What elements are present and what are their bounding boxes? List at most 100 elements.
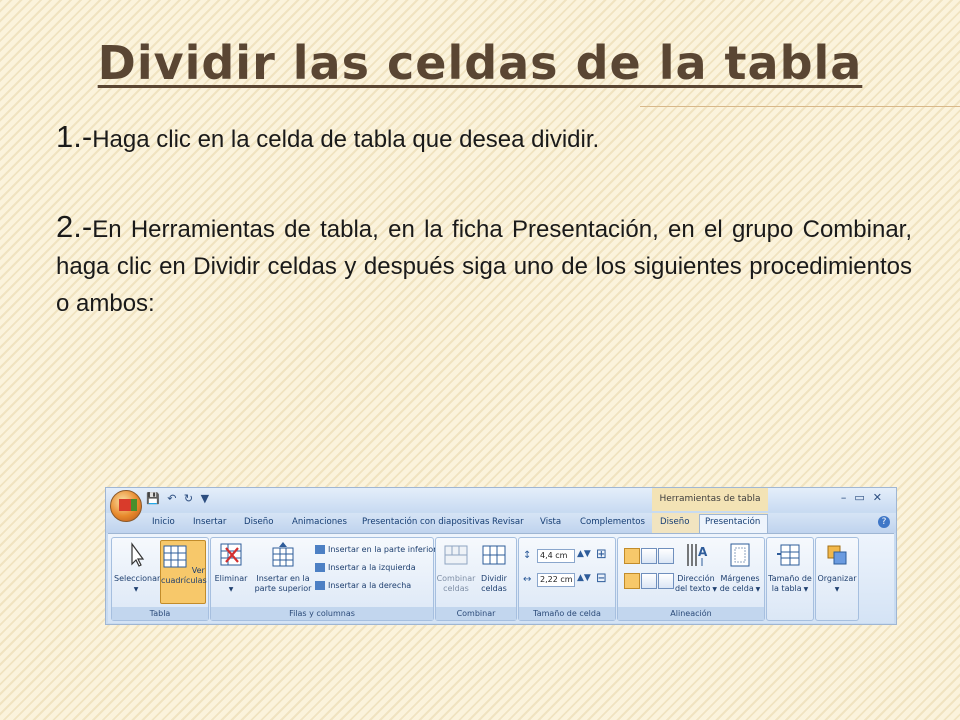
step-2: 2.-En Herramientas de tabla, en la ficha… bbox=[56, 208, 912, 322]
office-button[interactable] bbox=[110, 490, 142, 522]
insertar-inferior-button[interactable]: Insertar en la parte inferior bbox=[315, 544, 436, 556]
table-tools-context-label: Herramientas de tabla bbox=[652, 488, 768, 511]
ribbon-body: Seleccionar ▼ Ver cuadrículas Tabla Elimin… bbox=[108, 533, 894, 623]
svg-text:A: A bbox=[698, 545, 708, 559]
eliminar-label: Eliminar bbox=[214, 574, 248, 583]
organizar-button[interactable]: Organizar ▼ bbox=[816, 542, 858, 595]
grid-icon bbox=[163, 545, 187, 568]
dividir-celdas-button[interactable]: Dividir celdas bbox=[474, 542, 514, 594]
group-organizar: Organizar ▼ bbox=[815, 537, 859, 621]
group-label-alineacion: Alineación bbox=[618, 607, 764, 620]
margenes-label-2: de celda bbox=[719, 584, 754, 593]
tab-presentacion[interactable]: Presentación bbox=[705, 517, 760, 527]
dividir-label-1: Dividir bbox=[481, 574, 507, 583]
tab-revisar[interactable]: Revisar bbox=[492, 517, 524, 527]
direccion-label-2: del texto bbox=[675, 584, 711, 593]
group-alineacion: A Dirección del texto ▼ Márgenes de celda … bbox=[617, 537, 765, 621]
margenes-celda-button[interactable]: Márgenes de celda ▼ bbox=[718, 542, 762, 595]
group-tamano-celda: ↕ 4,4 cm ▲▼ ⊞ ↔ 2,22 cm ▲▼ ⊟ Tamaño de c… bbox=[518, 537, 616, 621]
group-tamano-tabla: Tamaño de la tabla ▼ bbox=[766, 537, 814, 621]
group-combinar: Combinar celdas Dividir celdas Combinar bbox=[435, 537, 517, 621]
delete-table-icon bbox=[220, 543, 242, 566]
dividir-label-2: celdas bbox=[481, 584, 507, 593]
direccion-label-1: Dirección bbox=[677, 574, 715, 583]
align-right-icon[interactable] bbox=[658, 548, 674, 564]
group-tabla: Seleccionar ▼ Ver cuadrículas Tabla bbox=[111, 537, 209, 621]
group-filas-columnas: Eliminar ▼ Insertar en la parte superior I… bbox=[210, 537, 436, 621]
split-cells-icon bbox=[482, 545, 506, 565]
table-size-icon bbox=[777, 544, 800, 566]
distribute-columns-icon[interactable]: ⊟ bbox=[596, 571, 607, 586]
insertar-derecha-button[interactable]: Insertar a la derecha bbox=[315, 580, 411, 592]
group-label-filas-columnas: Filas y columnas bbox=[211, 607, 433, 620]
insertar-izquierda-label: Insertar a la izquierda bbox=[328, 563, 416, 572]
insert-above-icon bbox=[272, 542, 294, 567]
cell-width-field[interactable]: 2,22 cm bbox=[537, 573, 575, 587]
step-1-text: Haga clic en la celda de tabla que desea… bbox=[92, 126, 600, 153]
insertar-derecha-label: Insertar a la derecha bbox=[328, 581, 412, 590]
align-bottom-icon[interactable] bbox=[658, 573, 674, 589]
align-middle-icon[interactable] bbox=[641, 573, 657, 589]
insertar-sup-label-2: parte superior bbox=[254, 584, 312, 593]
cell-margins-icon bbox=[730, 543, 750, 567]
ribbon-screenshot: Herramientas de tabla 💾 ↶ ↻ ▼ –▭✕ Inicio… bbox=[105, 487, 897, 625]
group-label-combinar: Combinar bbox=[436, 607, 516, 620]
insertar-izquierda-button[interactable]: Insertar a la izquierda bbox=[315, 562, 416, 574]
tamano-tabla-label-1: Tamaño de bbox=[768, 574, 812, 583]
tab-insertar[interactable]: Insertar bbox=[193, 517, 226, 527]
step-1-number: 1.- bbox=[56, 119, 93, 154]
eliminar-button[interactable]: Eliminar ▼ bbox=[211, 542, 251, 595]
align-left-icon[interactable] bbox=[624, 548, 640, 564]
tamano-tabla-label-2: la tabla bbox=[771, 584, 802, 593]
group-label-tabla: Tabla bbox=[112, 607, 208, 620]
text-direction-icon: A bbox=[687, 544, 708, 566]
step-2-number: 2.- bbox=[56, 209, 93, 244]
direccion-texto-button[interactable]: A Dirección del texto ▼ bbox=[674, 542, 718, 595]
align-center-icon[interactable] bbox=[641, 548, 657, 564]
seleccionar-button[interactable]: Seleccionar ▼ bbox=[114, 542, 161, 595]
height-spinner-icon[interactable]: ▲▼ bbox=[577, 549, 591, 559]
help-icon[interactable]: ? bbox=[878, 516, 890, 528]
ribbon-tabs: Inicio Insertar Diseño Animaciones Prese… bbox=[106, 513, 896, 535]
insertar-superior-button[interactable]: Insertar en la parte superior bbox=[253, 542, 313, 594]
align-top-icon[interactable] bbox=[624, 573, 640, 589]
tab-diseno[interactable]: Diseño bbox=[244, 517, 273, 527]
tab-complementos[interactable]: Complementos bbox=[580, 517, 645, 527]
combinar-celdas-button[interactable]: Combinar celdas bbox=[436, 542, 476, 594]
merge-cells-icon bbox=[444, 545, 468, 565]
quick-access-toolbar[interactable]: 💾 ↶ ↻ ▼ bbox=[146, 492, 211, 505]
combinar-label-2: celdas bbox=[443, 584, 469, 593]
margenes-label-1: Márgenes bbox=[720, 574, 760, 583]
ver-cuadriculas-button[interactable]: Ver cuadrículas bbox=[160, 540, 207, 604]
ver-label: Ver bbox=[191, 566, 205, 575]
tab-presentacion-diapositivas[interactable]: Presentación con diapositivas bbox=[362, 517, 490, 527]
organizar-label: Organizar bbox=[817, 574, 857, 583]
insert-below-icon bbox=[315, 545, 325, 554]
office-logo-icon bbox=[119, 499, 131, 511]
insert-left-icon bbox=[315, 563, 325, 572]
step-2-text: En Herramientas de tabla, en la ficha Pr… bbox=[56, 216, 912, 317]
cursor-icon bbox=[131, 542, 145, 567]
group-label-tamano-celda: Tamaño de celda bbox=[519, 607, 615, 620]
insertar-sup-label-1: Insertar en la bbox=[256, 574, 310, 583]
step-1: 1.-Haga clic en la celda de tabla que de… bbox=[56, 118, 912, 158]
width-spinner-icon[interactable]: ▲▼ bbox=[577, 573, 591, 583]
tab-animaciones[interactable]: Animaciones bbox=[292, 517, 347, 527]
tab-diseno-tabla[interactable]: Diseño bbox=[660, 517, 689, 527]
arrange-icon bbox=[827, 545, 847, 565]
slide-title: Dividir las celdas de la tabla bbox=[97, 36, 863, 90]
window-controls[interactable]: –▭✕ bbox=[841, 491, 890, 504]
tamano-tabla-button[interactable]: Tamaño de la tabla ▼ bbox=[767, 542, 813, 595]
column-width-icon: ↔ bbox=[523, 574, 532, 585]
cell-height-field[interactable]: 4,4 cm bbox=[537, 549, 575, 563]
title-rule bbox=[640, 106, 960, 107]
cuadriculas-label: cuadrículas bbox=[161, 576, 207, 585]
row-height-icon: ↕ bbox=[523, 550, 532, 561]
distribute-rows-icon[interactable]: ⊞ bbox=[596, 547, 607, 562]
seleccionar-label: Seleccionar bbox=[114, 574, 161, 583]
title-bar: Herramientas de tabla 💾 ↶ ↻ ▼ –▭✕ bbox=[106, 488, 896, 511]
tab-inicio[interactable]: Inicio bbox=[152, 517, 175, 527]
tab-vista[interactable]: Vista bbox=[540, 517, 561, 527]
insert-right-icon bbox=[315, 581, 325, 590]
combinar-label-1: Combinar bbox=[436, 574, 476, 583]
